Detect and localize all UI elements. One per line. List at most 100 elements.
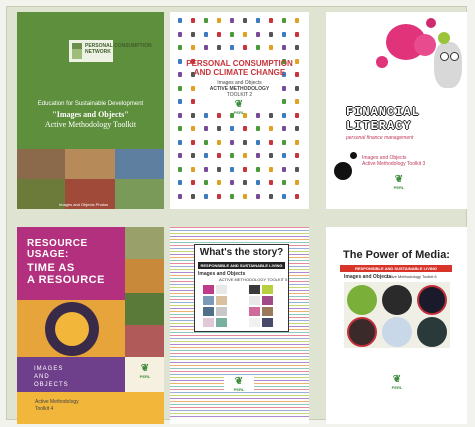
- product-icon: [204, 112, 208, 118]
- product-icon: [282, 193, 286, 199]
- io-line3: OBJECTS: [34, 382, 69, 388]
- product-icon: [204, 153, 208, 158]
- product-icon: [269, 18, 273, 23]
- product-icon: [295, 180, 299, 185]
- paint-splash: [438, 32, 450, 44]
- background-stripe: [170, 242, 309, 243]
- photo-grid-tile: [203, 296, 214, 305]
- toolkit-cover-2[interactable]: PERSONAL CONSUMPTION AND CLIMATE CHANGE …: [170, 12, 309, 209]
- photo-grid-tile: [249, 296, 260, 305]
- product-icon: [295, 112, 299, 118]
- toolkit-label: Active Methodology Toolkit 4: [35, 399, 79, 413]
- perl-logo-text: PERL: [139, 374, 151, 379]
- product-icon: [191, 31, 195, 37]
- product-icon: [282, 126, 286, 131]
- product-icon: [295, 18, 299, 23]
- toolkit-cover-4[interactable]: RESOURCE USAGE: TIME AS A RESOURCE IMAGE…: [17, 227, 164, 424]
- product-icon: [256, 180, 260, 185]
- product-icon: [282, 153, 286, 158]
- perl-leaf-icon: ❦: [234, 376, 244, 387]
- product-icon: [204, 31, 208, 37]
- product-icon: [230, 180, 234, 185]
- product-icon: [256, 193, 260, 199]
- paint-splash: [414, 34, 436, 56]
- product-icon: [204, 139, 208, 145]
- cover-subtitle-3: TOOLKIT 2: [226, 92, 253, 98]
- product-icon: [217, 139, 221, 145]
- toolkit-cover-1[interactable]: PERSONAL CONSUMPTION NETWORK Education f…: [17, 12, 164, 209]
- photo-grid-tile: [216, 318, 227, 327]
- logo-square-icon: [72, 49, 82, 59]
- product-icon: [178, 126, 182, 131]
- photo-tile: [125, 259, 164, 293]
- product-icon: [230, 126, 234, 131]
- product-icon: [230, 153, 234, 158]
- cover-title-line1: FINANCIAL: [346, 105, 420, 119]
- toolkit-cover-5[interactable]: What's the story? RESPONSIBLE AND SUSTAI…: [170, 227, 309, 424]
- background-stripe: [170, 359, 309, 360]
- perl-logo: ❦ PERL: [384, 174, 414, 191]
- cover-title-line4: A RESOURCE: [27, 274, 105, 286]
- product-icon: [256, 153, 260, 158]
- background-stripe: [170, 374, 309, 375]
- product-icon: [204, 166, 208, 172]
- product-icon: [269, 139, 273, 145]
- product-icon: [217, 45, 221, 50]
- product-icon: [282, 99, 286, 104]
- background-stripe: [170, 239, 309, 240]
- product-icon: [295, 153, 299, 158]
- product-icon: [204, 45, 208, 50]
- product-icon: [256, 126, 260, 131]
- photo-tile: [125, 227, 164, 259]
- product-icon: [217, 31, 221, 37]
- product-icon: [217, 112, 221, 118]
- product-icon: [178, 18, 182, 23]
- background-stripe: [170, 365, 309, 366]
- perl-logo: ❦ PERL: [382, 375, 412, 391]
- cover-title-line2: LITERACY: [346, 119, 412, 133]
- photo-tile: [115, 149, 164, 179]
- toolkit-cover-6[interactable]: The Power of Media: RESPONSIBLE AND SUST…: [326, 227, 467, 424]
- product-icon: [282, 31, 286, 37]
- background-stripe: [170, 401, 309, 402]
- product-icon: [243, 139, 247, 145]
- background-stripe: [170, 347, 309, 348]
- photo-grid-tile: [262, 285, 273, 294]
- toolkit-cover-3[interactable]: FINANCIAL LITERACY personal finance mana…: [326, 12, 467, 209]
- cover-title: The Power of Media:: [343, 249, 450, 261]
- background-stripe: [170, 404, 309, 405]
- background-stripe: [170, 341, 309, 342]
- cover-title: "Images and Objects": [52, 110, 129, 119]
- cover-credit: Images and Objects Photos: [59, 202, 109, 207]
- perl-logo: ❦ PERL: [224, 100, 254, 116]
- product-icon: [191, 166, 195, 172]
- photo-grid-tile: [249, 318, 260, 327]
- product-icon: [295, 166, 299, 172]
- product-icon: [217, 126, 221, 131]
- product-icon: [230, 166, 234, 172]
- background-stripe: [170, 362, 309, 363]
- product-icon: [269, 180, 273, 185]
- cover-title: PERSONAL CONSUMPTION AND CLIMATE CHANGE: [186, 59, 293, 77]
- background-stripe: [170, 371, 309, 372]
- product-icon: [269, 193, 273, 199]
- product-icon: [204, 180, 208, 185]
- io-line1: IMAGES: [34, 366, 64, 372]
- product-icon: [295, 45, 299, 50]
- product-icon: [295, 31, 299, 37]
- cover-title: RESOURCE USAGE:: [27, 238, 88, 260]
- media-photo-circle: [347, 317, 377, 347]
- product-icon: [178, 139, 182, 145]
- perl-leaf-icon: ❦: [394, 174, 404, 185]
- background-stripe: [170, 335, 309, 336]
- images-objects-label: Images and Objects: [344, 274, 392, 280]
- product-icon: [295, 193, 299, 199]
- product-icon: [204, 18, 208, 23]
- monster-figure: [434, 42, 462, 88]
- background-stripe: [170, 233, 309, 234]
- photo-grid-tile: [216, 307, 227, 316]
- photo-tile: [125, 325, 164, 357]
- photo-grid-tile: [203, 318, 214, 327]
- background-stripe: [170, 332, 309, 333]
- product-icon: [243, 193, 247, 199]
